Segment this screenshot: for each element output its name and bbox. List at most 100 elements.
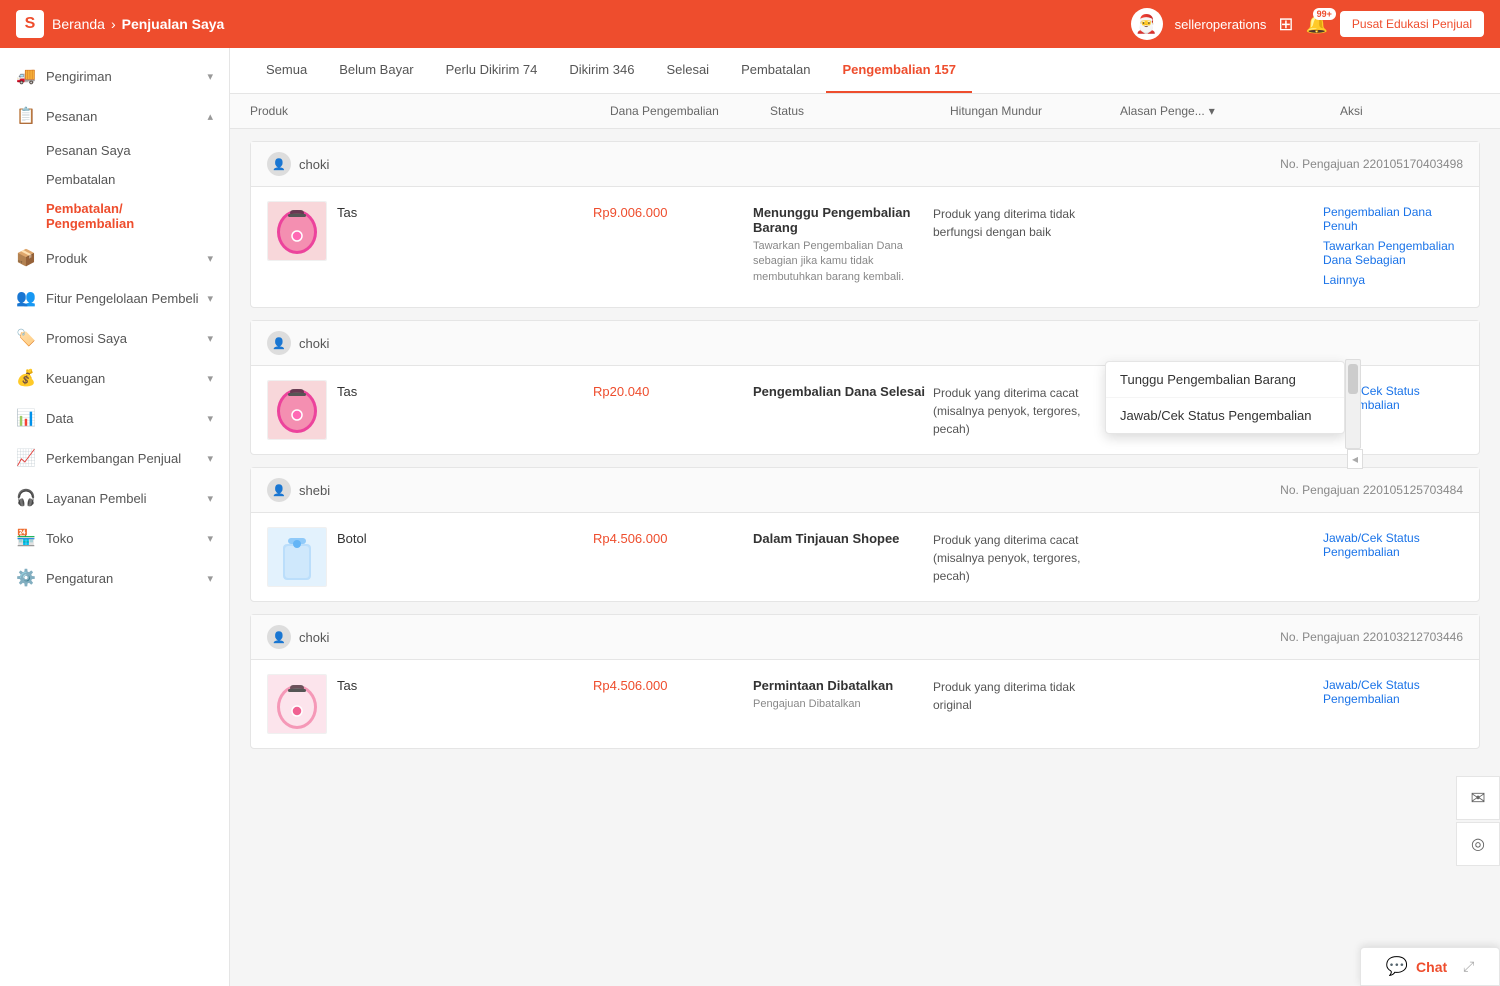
reason-3: Produk yang diterima cacat (misalnya pen… bbox=[933, 527, 1103, 585]
status-main-1: Menunggu Pengembalian Barang bbox=[753, 205, 933, 235]
order-user-3: 👤 shebi bbox=[267, 478, 330, 502]
user-avatar-1: 👤 bbox=[267, 152, 291, 176]
dropdown-item-1[interactable]: Jawab/Cek Status Pengembalian bbox=[1106, 398, 1344, 433]
promosi-label: Promosi Saya bbox=[46, 331, 127, 346]
reason-4: Produk yang diterima tidak original bbox=[933, 674, 1103, 714]
layanan-icon: 🎧 bbox=[16, 488, 36, 508]
price-1: Rp9.006.000 bbox=[593, 201, 753, 220]
chevron-down-icon: ▾ bbox=[207, 372, 213, 385]
chat-icon: 💬 bbox=[1386, 956, 1408, 977]
action-link-4-0[interactable]: Jawab/Cek Status Pengembalian bbox=[1323, 678, 1463, 706]
data-label: Data bbox=[46, 411, 73, 426]
sidebar-item-promosi[interactable]: 🏷️ Promosi Saya ▾ bbox=[0, 318, 229, 358]
avatar: 🎅 bbox=[1131, 8, 1163, 40]
reason-2: Produk yang diterima cacat (misalnya pen… bbox=[933, 380, 1103, 438]
main-content: Semua Belum Bayar Perlu Dikirim 74 Dikir… bbox=[230, 48, 1500, 986]
sidebar-item-pengaturan[interactable]: ⚙️ Pengaturan ▾ bbox=[0, 558, 229, 598]
chat-bar[interactable]: 💬 Chat ⤢ bbox=[1360, 947, 1500, 986]
sidebar-item-produk[interactable]: 📦 Produk ▾ bbox=[0, 238, 229, 278]
order-user-4: 👤 choki bbox=[267, 625, 329, 649]
shopee-logo: S bbox=[16, 10, 44, 38]
sidebar-item-pembatalan[interactable]: Pembatalan bbox=[46, 165, 229, 194]
breadcrumb-home[interactable]: Beranda bbox=[52, 16, 105, 32]
dropdown-item-0[interactable]: Tunggu Pengembalian Barang bbox=[1106, 362, 1344, 398]
status-sub-4: Pengajuan Dibatalkan bbox=[753, 697, 933, 712]
order-group-1: 👤 choki No. Pengajuan 220105170403498 bbox=[250, 141, 1480, 308]
sidebar-sub-pesanan: Pesanan Saya Pembatalan Pembatalan/ Peng… bbox=[0, 136, 229, 238]
header-produk: Produk bbox=[250, 104, 610, 118]
table-row: Tas Rp4.506.000 Permintaan Dibatalkan Pe… bbox=[251, 660, 1479, 748]
navbar: S Beranda › Penjualan Saya 🎅 selleropera… bbox=[0, 0, 1500, 48]
email-float-button[interactable]: ✉ bbox=[1456, 776, 1500, 820]
chevron-down-icon: ▾ bbox=[207, 492, 213, 505]
keuangan-icon: 💰 bbox=[16, 368, 36, 388]
action-link-3-0[interactable]: Jawab/Cek Status Pengembalian bbox=[1323, 531, 1463, 559]
status-main-4: Permintaan Dibatalkan bbox=[753, 678, 933, 693]
user-avatar-3: 👤 bbox=[267, 478, 291, 502]
perkembangan-icon: 📈 bbox=[16, 448, 36, 468]
sidebar-item-keuangan[interactable]: 💰 Keuangan ▾ bbox=[0, 358, 229, 398]
action-cell-4: Jawab/Cek Status Pengembalian bbox=[1323, 674, 1463, 712]
pengaturan-icon: ⚙️ bbox=[16, 568, 36, 588]
sidebar-item-toko[interactable]: 🏪 Toko ▾ bbox=[0, 518, 229, 558]
sidebar: 🚚 Pengiriman ▾ 📋 Pesanan ▴ Pesanan Saya … bbox=[0, 48, 230, 986]
pengiriman-label: Pengiriman bbox=[46, 69, 112, 84]
produk-icon: 📦 bbox=[16, 248, 36, 268]
action-link-1-1[interactable]: Tawarkan Pengembalian Dana Sebagian bbox=[1323, 239, 1463, 267]
product-cell-1: Tas bbox=[267, 201, 593, 261]
order-group-header-4: 👤 choki No. Pengajuan 220103212703446 bbox=[251, 615, 1479, 660]
chevron-down-icon: ▾ bbox=[207, 532, 213, 545]
tab-dikirim[interactable]: Dikirim 346 bbox=[553, 48, 650, 93]
orders-content: 👤 choki No. Pengajuan 220105170403498 bbox=[230, 141, 1500, 749]
tab-pembatalan[interactable]: Pembatalan bbox=[725, 48, 826, 93]
tab-pengembalian[interactable]: Pengembalian 157 bbox=[826, 48, 971, 93]
order-user-1: 👤 choki bbox=[267, 152, 329, 176]
float-icons: ✉ ◎ bbox=[1456, 776, 1500, 866]
dropdown-scrollbar[interactable] bbox=[1345, 359, 1361, 449]
sidebar-item-pesanan-saya[interactable]: Pesanan Saya bbox=[46, 136, 229, 165]
table-header: Produk Dana Pengembalian Status Hitungan… bbox=[230, 94, 1500, 129]
chat-status-button[interactable]: ◎ bbox=[1456, 822, 1500, 866]
tab-belum-bayar[interactable]: Belum Bayar bbox=[323, 48, 429, 93]
chevron-down-icon: ▾ bbox=[207, 70, 213, 83]
tab-selesai[interactable]: Selesai bbox=[650, 48, 725, 93]
email-icon: ✉ bbox=[1470, 788, 1485, 809]
header-alasan[interactable]: Alasan Penge... ▾ bbox=[1120, 104, 1340, 118]
perkembangan-label: Perkembangan Penjual bbox=[46, 451, 181, 466]
pengaturan-label: Pengaturan bbox=[46, 571, 113, 586]
grid-icon[interactable]: ⊞ bbox=[1278, 14, 1293, 35]
header-status: Status bbox=[770, 104, 950, 118]
chat-label: Chat bbox=[1416, 959, 1447, 975]
sidebar-item-pesanan[interactable]: 📋 Pesanan ▴ bbox=[0, 96, 229, 136]
action-link-1-0[interactable]: Pengembalian Dana Penuh bbox=[1323, 205, 1463, 233]
order-user-2: 👤 choki bbox=[267, 331, 329, 355]
reason-1: Produk yang diterima tidak berfungsi den… bbox=[933, 201, 1103, 241]
action-link-1-2[interactable]: Lainnya bbox=[1323, 273, 1463, 287]
order-group-4: 👤 choki No. Pengajuan 220103212703446 bbox=[250, 614, 1480, 749]
dropdown-scroll-arrow[interactable]: ◂ bbox=[1347, 449, 1363, 469]
status-3: Dalam Tinjauan Shopee bbox=[753, 527, 933, 546]
product-cell-3: Botol bbox=[267, 527, 593, 587]
sidebar-item-pembatalan-pengembalian[interactable]: Pembatalan/ Pengembalian bbox=[46, 194, 229, 238]
sidebar-item-pengiriman[interactable]: 🚚 Pengiriman ▾ bbox=[0, 56, 229, 96]
notification-bell[interactable]: 🔔 99+ bbox=[1306, 14, 1328, 35]
order-group-header-2: 👤 choki bbox=[251, 321, 1479, 366]
toko-icon: 🏪 bbox=[16, 528, 36, 548]
navbar-right: 🎅 selleroperations ⊞ 🔔 99+ Pusat Edukasi… bbox=[1131, 8, 1484, 40]
sidebar-item-layanan[interactable]: 🎧 Layanan Pembeli ▾ bbox=[0, 478, 229, 518]
tab-perlu-dikirim[interactable]: Perlu Dikirim 74 bbox=[430, 48, 554, 93]
status-4: Permintaan Dibatalkan Pengajuan Dibatalk… bbox=[753, 674, 933, 712]
notification-badge: 99+ bbox=[1313, 8, 1336, 20]
fitur-icon: 👥 bbox=[16, 288, 36, 308]
product-name-4: Tas bbox=[337, 674, 357, 693]
sidebar-item-data[interactable]: 📊 Data ▾ bbox=[0, 398, 229, 438]
product-cell-2: Tas bbox=[267, 380, 593, 440]
education-center-button[interactable]: Pusat Edukasi Penjual bbox=[1340, 11, 1484, 37]
product-name-1: Tas bbox=[337, 201, 357, 220]
header-hitungan: Hitungan Mundur bbox=[950, 104, 1120, 118]
sidebar-item-perkembangan[interactable]: 📈 Perkembangan Penjual ▾ bbox=[0, 438, 229, 478]
tab-semua[interactable]: Semua bbox=[250, 48, 323, 93]
username: selleroperations bbox=[1175, 17, 1267, 32]
header-aksi: Aksi bbox=[1340, 104, 1480, 118]
sidebar-item-fitur[interactable]: 👥 Fitur Pengelolaan Pembeli ▾ bbox=[0, 278, 229, 318]
